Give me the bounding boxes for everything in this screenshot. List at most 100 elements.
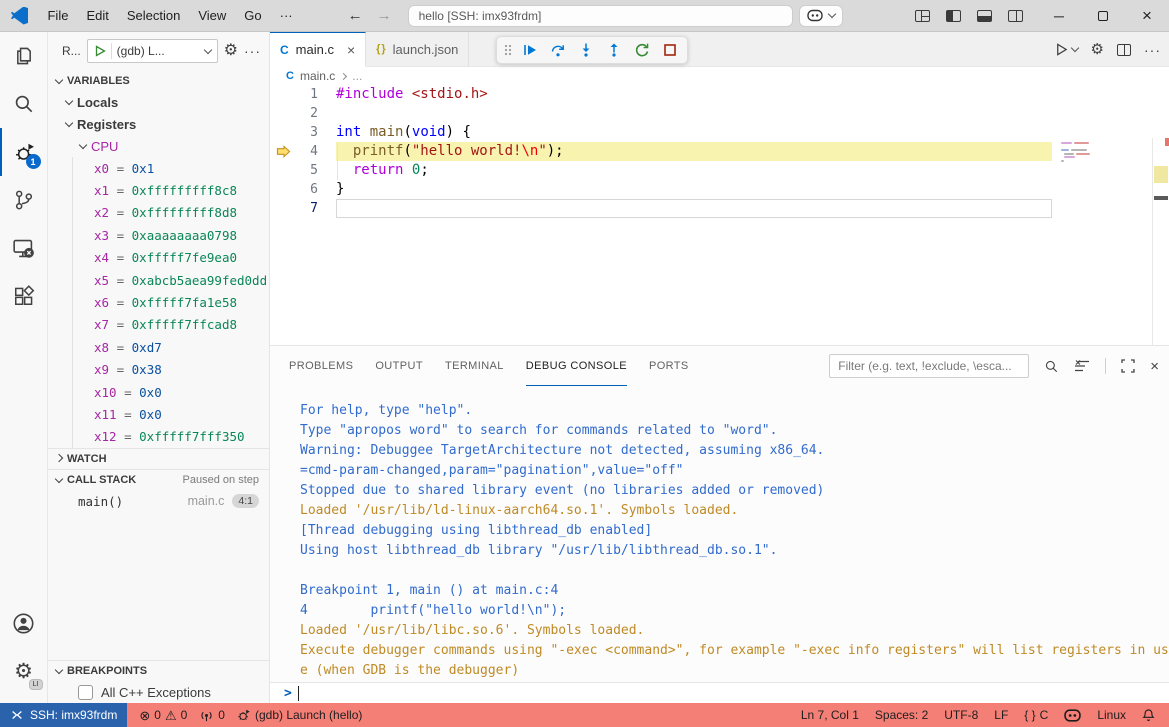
code-text[interactable]: }: [336, 180, 1052, 199]
debug-session-status[interactable]: (gdb) Launch (hello): [237, 708, 362, 722]
remote-indicator[interactable]: SSH: imx93frdm: [0, 703, 127, 727]
register-row[interactable]: x7 = 0xfffff7ffcad8: [48, 314, 269, 336]
gutter[interactable]: [270, 199, 296, 218]
debug-console-input[interactable]: >: [270, 682, 1169, 703]
breadcrumb-symbol[interactable]: ...: [352, 69, 362, 83]
menu-[interactable]: ···: [271, 5, 302, 27]
search-icon[interactable]: [1044, 359, 1059, 374]
indentation[interactable]: Spaces: 2: [875, 708, 928, 722]
back-icon[interactable]: ←: [348, 7, 363, 24]
copilot-icon[interactable]: [1064, 709, 1081, 722]
ports-status[interactable]: 0: [199, 708, 225, 722]
menu-go[interactable]: Go: [235, 5, 270, 27]
gutter[interactable]: [270, 180, 296, 199]
register-row[interactable]: x6 = 0xfffff7fa1e58: [48, 291, 269, 313]
register-row[interactable]: x5 = 0xabcb5aea99fed0dd: [48, 269, 269, 291]
gutter[interactable]: [270, 161, 296, 180]
more-actions-icon[interactable]: ···: [244, 43, 261, 59]
sidebar-item-source-control[interactable]: [0, 176, 48, 224]
sidebar-item-extensions[interactable]: [0, 272, 48, 320]
maximize-button[interactable]: [1081, 0, 1125, 31]
code-text[interactable]: int main(void) {: [336, 123, 1052, 142]
breadcrumb[interactable]: C main.c ...: [270, 67, 1169, 85]
code-line-6[interactable]: 6}: [270, 180, 1169, 199]
sidebar-item-search[interactable]: [0, 80, 48, 128]
minimize-button[interactable]: ─: [1037, 0, 1081, 31]
eol-sequence[interactable]: LF: [994, 708, 1008, 722]
breakpoint-checkbox[interactable]: [78, 685, 93, 700]
register-row[interactable]: x4 = 0xfffff7fe9ea0: [48, 247, 269, 269]
close-icon[interactable]: ×: [347, 42, 355, 58]
start-debug-icon[interactable]: [94, 45, 106, 57]
console-filter-input[interactable]: [829, 354, 1029, 378]
code-text[interactable]: printf("hello world!\n");: [336, 142, 1052, 161]
more-actions-icon[interactable]: ···: [1144, 42, 1161, 58]
register-row[interactable]: x8 = 0xd7: [48, 336, 269, 358]
menu-view[interactable]: View: [189, 5, 235, 27]
gutter[interactable]: [270, 123, 296, 142]
register-row[interactable]: x12 = 0xfffff7fff350: [48, 426, 269, 448]
toggle-panel-icon[interactable]: [977, 10, 992, 22]
sidebar-item-explorer[interactable]: [0, 32, 48, 80]
panel-tab-ports[interactable]: PORTS: [649, 346, 689, 386]
stop-button[interactable]: [658, 38, 682, 62]
gear-icon[interactable]: ⚙: [224, 43, 238, 59]
clear-console-icon[interactable]: [1074, 359, 1090, 373]
section-breakpoints[interactable]: BREAKPOINTS: [48, 660, 269, 681]
toggle-sidebar-icon[interactable]: [946, 10, 961, 22]
restart-button[interactable]: [630, 38, 654, 62]
code-line-2[interactable]: 2: [270, 104, 1169, 123]
sidebar-item-run-debug[interactable]: 1: [0, 128, 48, 176]
problems-status[interactable]: ⊗ 0 ⚠ 0: [139, 708, 187, 722]
toggle-secondary-sidebar-icon[interactable]: [1008, 10, 1023, 22]
register-row[interactable]: x11 = 0x0: [48, 403, 269, 425]
language-mode[interactable]: { } C: [1024, 708, 1048, 722]
bell-icon[interactable]: [1142, 708, 1155, 722]
code-line-4[interactable]: 4 printf("hello world!\n");: [270, 142, 1169, 161]
launch-config-dropdown[interactable]: (gdb) L...: [87, 39, 218, 63]
panel-tab-output[interactable]: OUTPUT: [375, 346, 423, 386]
forward-icon[interactable]: →: [377, 7, 392, 24]
os-indicator[interactable]: Linux: [1097, 708, 1126, 722]
section-call-stack[interactable]: CALL STACK Paused on step: [48, 469, 269, 490]
code-editor[interactable]: 1#include <stdio.h>2 3int main(void) {4 …: [270, 85, 1169, 345]
account-button[interactable]: [0, 599, 48, 647]
register-row[interactable]: x10 = 0x0: [48, 381, 269, 403]
copilot-menu[interactable]: [799, 5, 843, 27]
customize-layout-icon[interactable]: [915, 10, 930, 22]
panel-tab-problems[interactable]: PROBLEMS: [289, 346, 353, 386]
code-line-1[interactable]: 1#include <stdio.h>: [270, 85, 1169, 104]
stack-frame-row[interactable]: main() main.c 4:1: [48, 490, 269, 512]
maximize-panel-icon[interactable]: [1121, 359, 1135, 373]
close-panel-icon[interactable]: ×: [1150, 358, 1159, 375]
code-line-7[interactable]: 7: [270, 199, 1169, 218]
register-row[interactable]: x0 = 0x1: [48, 157, 269, 179]
panel-tab-terminal[interactable]: TERMINAL: [445, 346, 504, 386]
drag-handle-icon[interactable]: [502, 42, 514, 58]
split-editor-icon[interactable]: [1117, 44, 1131, 56]
sidebar-item-remote-explorer[interactable]: [0, 224, 48, 272]
tab-launch-json[interactable]: { } launch.json: [366, 32, 469, 66]
code-text[interactable]: #include <stdio.h>: [336, 85, 1052, 104]
execution-pointer-icon[interactable]: [270, 142, 296, 161]
code-text[interactable]: [336, 104, 1052, 123]
step-into-button[interactable]: [574, 38, 598, 62]
section-watch[interactable]: WATCH: [48, 448, 269, 469]
close-button[interactable]: ×: [1125, 0, 1169, 31]
settings-button[interactable]: ⚙ LI: [0, 647, 48, 695]
menu-file[interactable]: File: [38, 5, 77, 27]
register-row[interactable]: x3 = 0xaaaaaaaa0798: [48, 224, 269, 246]
panel-tab-debug-console[interactable]: DEBUG CONSOLE: [526, 346, 627, 386]
code-line-5[interactable]: 5 return 0;: [270, 161, 1169, 180]
encoding[interactable]: UTF-8: [944, 708, 978, 722]
variables-group-cpu[interactable]: CPU: [48, 135, 269, 157]
step-out-button[interactable]: [602, 38, 626, 62]
variables-group-registers[interactable]: Registers: [48, 113, 269, 135]
variables-group-locals[interactable]: Locals: [48, 91, 269, 113]
register-row[interactable]: x9 = 0x38: [48, 359, 269, 381]
code-text[interactable]: return 0;: [336, 161, 1052, 180]
section-variables[interactable]: VARIABLES: [48, 70, 269, 91]
register-row[interactable]: x1 = 0xfffffffff8c8: [48, 179, 269, 201]
run-or-debug-button[interactable]: [1054, 42, 1078, 57]
breakpoint-row[interactable]: All C++ Exceptions: [48, 681, 269, 703]
